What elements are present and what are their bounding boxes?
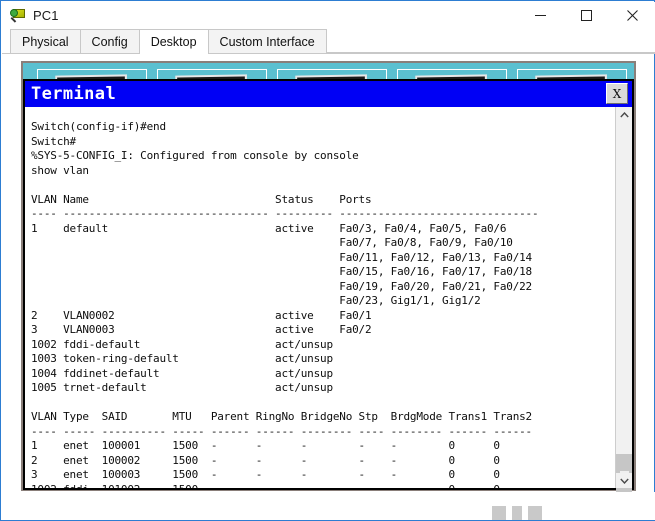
window-title: PC1	[33, 8, 59, 23]
taskbar-item[interactable]	[528, 506, 542, 520]
taskbar-fragment	[492, 504, 642, 520]
maximize-button[interactable]	[563, 2, 609, 29]
tab-desktop[interactable]: Desktop	[138, 29, 209, 54]
tab-config-label: Config	[91, 34, 128, 49]
terminal-close-button[interactable]: X	[606, 83, 628, 104]
minimize-button[interactable]	[517, 2, 563, 29]
window-titlebar: PC1	[2, 2, 655, 29]
chevron-down-icon[interactable]	[616, 473, 632, 488]
pc1-window: PC1 Physical Config Desktop Custom Inter…	[0, 0, 655, 521]
taskbar-item[interactable]	[492, 506, 506, 520]
tab-bar: Physical Config Desktop Custom Interface	[2, 29, 655, 54]
bottom-strip	[2, 492, 655, 520]
terminal-title: Terminal	[31, 83, 117, 104]
tab-desktop-label: Desktop	[150, 35, 197, 49]
terminal-close-label: X	[612, 86, 622, 101]
terminal-titlebar[interactable]: Terminal X	[25, 81, 632, 107]
tab-custom-interface[interactable]: Custom Interface	[207, 29, 327, 53]
chevron-up-icon[interactable]	[616, 107, 632, 122]
tab-custom-interface-label: Custom Interface	[219, 34, 315, 49]
close-button[interactable]	[609, 2, 655, 29]
tab-bar-filler	[325, 28, 655, 53]
terminal-output-text: Switch(config-if)#end Switch# %SYS-5-CON…	[31, 120, 539, 488]
pc-magnifier-icon	[10, 8, 26, 24]
terminal-output-area[interactable]: Switch(config-if)#end Switch# %SYS-5-CON…	[25, 107, 632, 488]
terminal-window: Terminal X Switch(config-if)#end Switch#…	[23, 79, 634, 499]
taskbar-item[interactable]	[512, 506, 522, 520]
tab-config[interactable]: Config	[79, 29, 140, 53]
terminal-scrollbar[interactable]	[615, 107, 632, 499]
window-controls	[517, 2, 655, 29]
scrollbar-track[interactable]	[616, 122, 632, 499]
tab-physical[interactable]: Physical	[10, 29, 81, 53]
tab-physical-label: Physical	[22, 34, 69, 49]
